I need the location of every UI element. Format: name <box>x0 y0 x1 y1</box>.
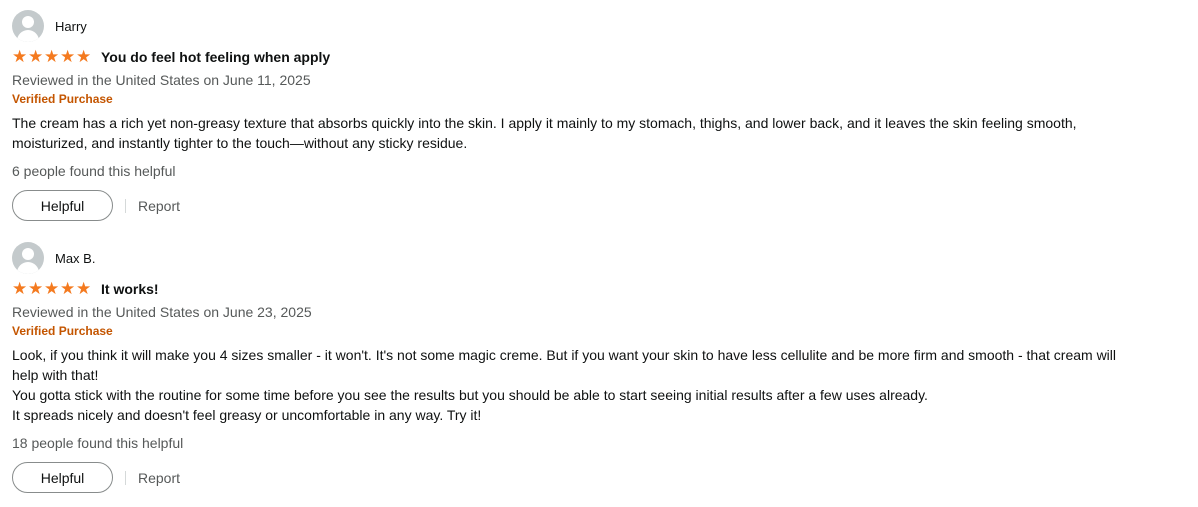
review-date: Reviewed in the United States on June 11… <box>12 72 311 88</box>
reviewer-profile[interactable]: Harry <box>12 10 1132 42</box>
review-title[interactable]: It works! <box>101 281 159 297</box>
star-icon: ★ <box>28 279 44 298</box>
user-avatar-icon <box>12 10 44 42</box>
star-icon: ★ <box>12 47 28 66</box>
helpful-count: 18 people found this helpful <box>12 435 184 451</box>
review-body-paragraph: It spreads nicely and doesn't feel greas… <box>12 407 482 423</box>
divider <box>125 198 126 213</box>
verified-purchase-badge[interactable]: Verified Purchase <box>12 91 1132 108</box>
star-rating[interactable]: ★ ★ ★ ★ ★ <box>12 48 92 66</box>
divider <box>125 470 126 485</box>
star-icon: ★ <box>12 279 28 298</box>
star-icon: ★ <box>76 47 92 66</box>
report-link[interactable]: Report <box>138 470 180 486</box>
star-icon: ★ <box>44 47 60 66</box>
verified-purchase-badge[interactable]: Verified Purchase <box>12 323 1132 340</box>
reviewer-name[interactable]: Harry <box>55 19 87 34</box>
star-icon: ★ <box>44 279 60 298</box>
review-body: Look, if you think it will make you 4 si… <box>12 345 1132 425</box>
star-rating[interactable]: ★ ★ ★ ★ ★ <box>12 280 92 298</box>
user-avatar-icon <box>12 242 44 274</box>
review-body-paragraph: The cream has a rich yet non-greasy text… <box>12 115 1077 151</box>
reviewer-name[interactable]: Max B. <box>55 251 95 266</box>
reviewer-profile[interactable]: Max B. <box>12 242 1132 274</box>
review-card: Max B. ★ ★ ★ ★ ★ It works! Reviewed in t… <box>12 242 1132 493</box>
helpful-button[interactable]: Helpful <box>12 462 113 493</box>
helpful-count: 6 people found this helpful <box>12 163 176 179</box>
review-body: The cream has a rich yet non-greasy text… <box>12 113 1132 153</box>
report-link[interactable]: Report <box>138 198 180 214</box>
helpful-button[interactable]: Helpful <box>12 190 113 221</box>
review-body-paragraph: You gotta stick with the routine for som… <box>12 387 928 403</box>
review-card: Harry ★ ★ ★ ★ ★ You do feel hot feeling … <box>12 10 1132 221</box>
review-body-paragraph: Look, if you think it will make you 4 si… <box>12 347 1117 383</box>
review-title[interactable]: You do feel hot feeling when apply <box>101 49 330 65</box>
star-icon: ★ <box>76 279 92 298</box>
star-icon: ★ <box>60 47 76 66</box>
star-icon: ★ <box>28 47 44 66</box>
star-icon: ★ <box>60 279 76 298</box>
review-date: Reviewed in the United States on June 23… <box>12 304 312 320</box>
